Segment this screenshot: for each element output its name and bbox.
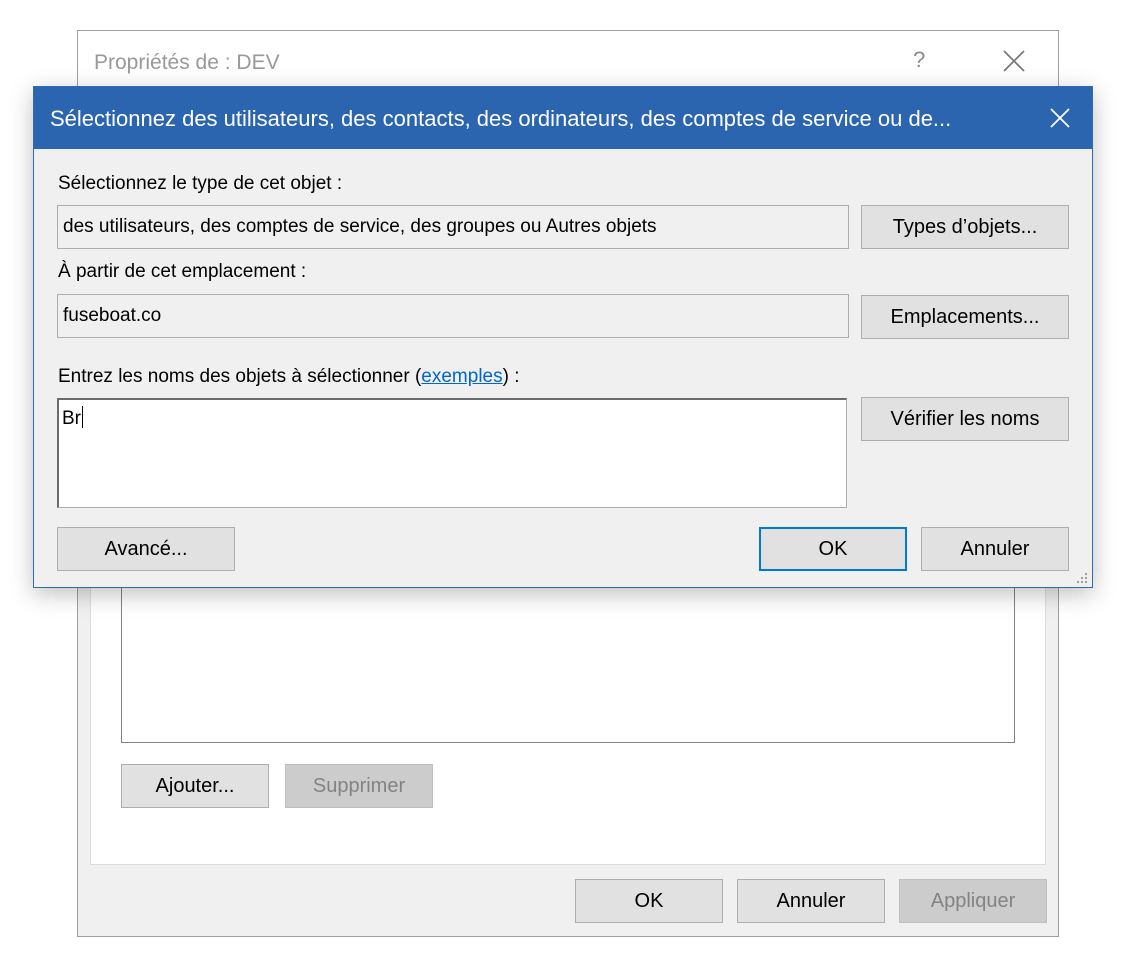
remove-button[interactable]: Supprimer [285,764,433,808]
object-types-button[interactable]: Types d’objets... [861,205,1069,249]
location-label: À partir de cet emplacement : [58,261,307,282]
properties-titlebar: Propriétés de : DEV ? [78,31,1058,93]
text-caret [82,406,83,428]
object-type-value: des utilisateurs, des comptes de service… [63,216,657,237]
dialog-titlebar: Sélectionnez des utilisateurs, des conta… [34,87,1092,149]
location-value: fuseboat.co [63,305,162,326]
dialog-cancel-button[interactable]: Annuler [921,527,1069,571]
properties-ok-button[interactable]: OK [575,879,723,923]
object-type-field: des utilisateurs, des comptes de service… [57,205,849,249]
properties-apply-button[interactable]: Appliquer [899,879,1047,923]
add-button[interactable]: Ajouter... [121,764,269,808]
object-names-label-suffix: ) : [502,366,520,387]
dialog-ok-button[interactable]: OK [759,527,907,571]
object-names-label: Entrez les noms des objets à sélectionne… [58,366,520,388]
object-names-label-prefix: Entrez les noms des objets à sélectionne… [58,366,422,387]
resize-grip-icon[interactable] [1076,571,1088,583]
select-users-dialog: Sélectionnez des utilisateurs, des conta… [33,86,1093,588]
locations-button[interactable]: Emplacements... [861,295,1069,339]
dialog-close-icon[interactable] [1038,99,1082,137]
location-field: fuseboat.co [57,294,849,338]
help-icon[interactable]: ? [913,47,925,73]
object-names-value: Br [62,408,81,429]
check-names-button[interactable]: Vérifier les noms [861,397,1069,441]
advanced-button[interactable]: Avancé... [57,527,235,571]
object-type-label: Sélectionnez le type de cet objet : [58,173,343,194]
examples-link[interactable]: exemples [421,366,502,387]
properties-cancel-button[interactable]: Annuler [737,879,885,923]
dialog-title: Sélectionnez des utilisateurs, des conta… [50,106,952,131]
object-names-input[interactable]: Br [57,398,847,508]
properties-window-title: Propriétés de : DEV [94,51,280,74]
properties-close-icon[interactable] [996,43,1032,79]
